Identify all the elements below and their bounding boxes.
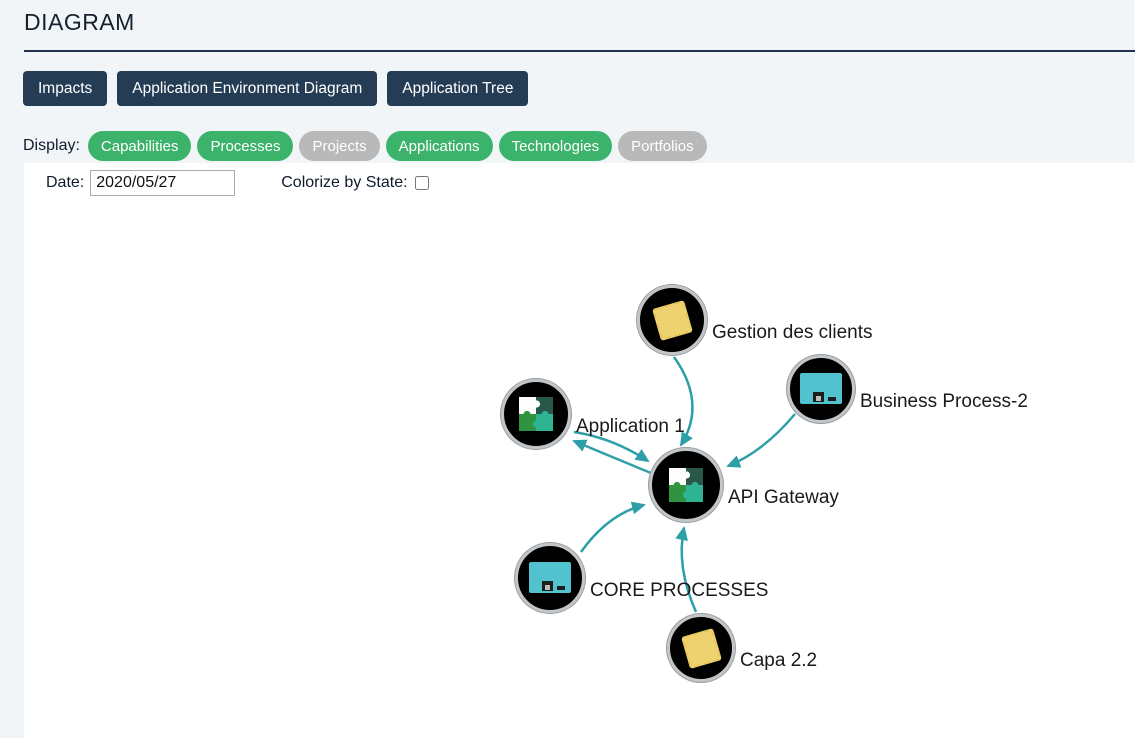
colorize-by-state-label: Colorize by State: [281,174,407,192]
display-filter-row: Display: CapabilitiesProcessesProjectsAp… [23,131,707,161]
node-circle-capa-2-2[interactable] [667,614,735,682]
application-environment-diagram-button[interactable]: Application Environment Diagram [117,71,377,106]
date-row: Date: Colorize by State: [46,170,429,196]
application-tree-button[interactable]: Application Tree [387,71,528,106]
display-label: Display: [23,137,80,155]
capability-icon [681,628,722,669]
colorize-by-state-checkbox[interactable] [415,176,429,190]
process-board-icon [799,372,843,406]
capability-icon [652,300,693,341]
impacts-button[interactable]: Impacts [23,71,107,106]
display-pill-technologies[interactable]: Technologies [499,131,613,161]
page-title: DIAGRAM [24,9,135,36]
node-label-api-gateway: API Gateway [728,487,839,509]
node-label-application-1: Application 1 [576,416,685,438]
diagram-toolbar: Impacts Application Environment Diagram … [23,71,528,106]
display-pill-processes[interactable]: Processes [197,131,293,161]
display-pill-capabilities[interactable]: Capabilities [88,131,192,161]
node-label-core-processes: CORE PROCESSES [590,580,768,602]
date-label: Date: [46,174,84,192]
display-pill-portfolios[interactable]: Portfolios [618,131,707,161]
process-board-icon [528,561,572,595]
display-pill-projects[interactable]: Projects [299,131,379,161]
node-label-capa-2-2: Capa 2.2 [740,650,817,672]
node-circle-api-gateway[interactable] [649,448,723,522]
node-circle-core-processes[interactable] [515,543,585,613]
diagram-panel: Date: Colorize by State: [24,163,1135,738]
application-puzzle-icon [517,395,555,433]
date-input[interactable] [90,170,235,196]
node-label-gestion-des-clients: Gestion des clients [712,322,873,344]
node-label-business-process-2: Business Process-2 [860,391,1028,413]
application-puzzle-icon [667,466,705,504]
title-divider [24,50,1135,52]
display-pill-applications[interactable]: Applications [386,131,493,161]
node-circle-gestion-des-clients[interactable] [637,285,707,355]
node-circle-business-process-2[interactable] [787,355,855,423]
node-circle-application-1[interactable] [501,379,571,449]
